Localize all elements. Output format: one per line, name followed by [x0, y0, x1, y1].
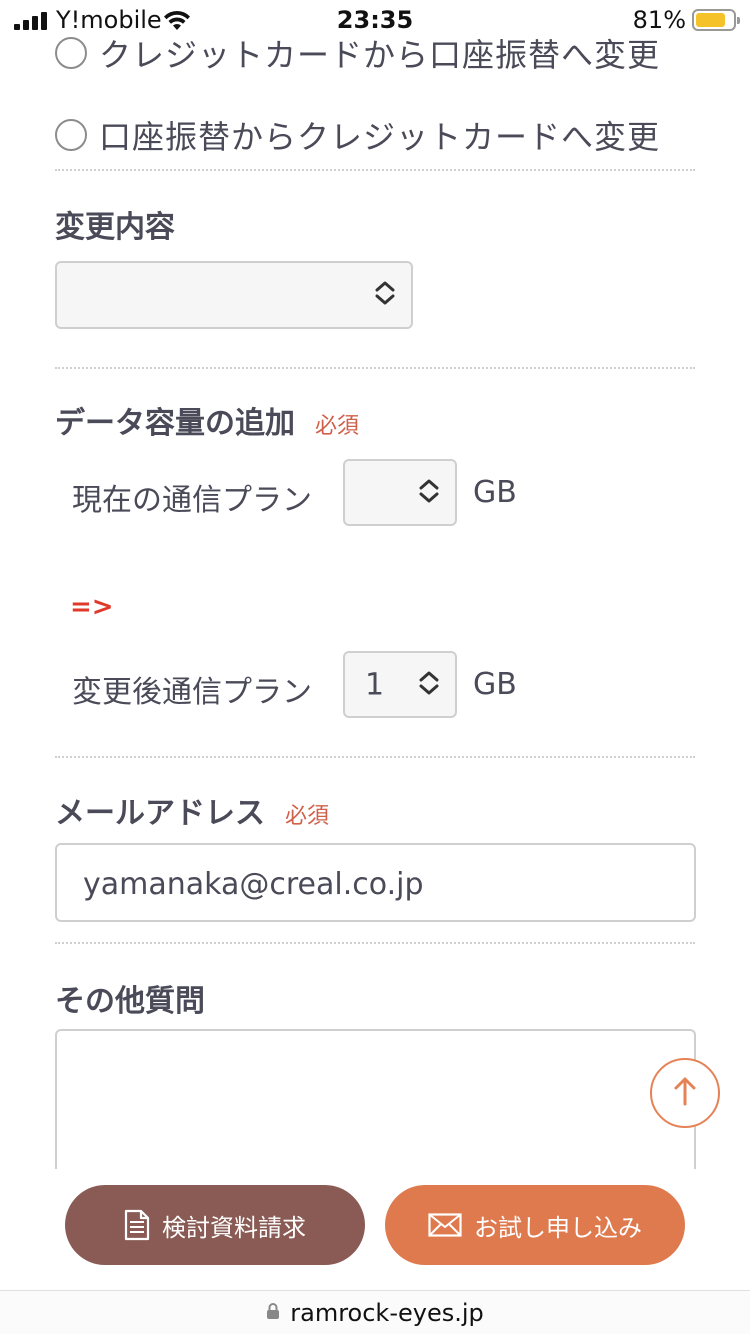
radio-button[interactable]	[55, 37, 87, 69]
email-value: yamanaka@creal.co.jp	[83, 867, 424, 902]
current-plan-unit: GB	[473, 475, 517, 510]
browser-url-bar[interactable]: ramrock-eyes.jp	[0, 1290, 750, 1334]
section-divider	[55, 169, 695, 171]
change-content-select[interactable]	[55, 261, 413, 329]
battery-icon	[692, 9, 740, 31]
radio-option-bank-to-credit[interactable]: 口座振替からクレジットカードへ変更	[55, 112, 660, 158]
email-label: メールアドレス 必須	[55, 788, 329, 832]
trial-application-button[interactable]: お試し申し込み	[385, 1185, 685, 1265]
battery-fill	[696, 13, 725, 27]
data-capacity-label: データ容量の追加 必須	[55, 398, 359, 442]
new-plan-label: 変更後通信プラン	[72, 675, 312, 710]
section-divider	[55, 756, 695, 758]
current-plan-label: 現在の通信プラン	[72, 483, 312, 518]
document-icon	[124, 1209, 150, 1241]
email-title: メールアドレス	[55, 796, 265, 831]
section-divider	[55, 942, 695, 944]
new-plan-select[interactable]: 1	[343, 651, 457, 718]
brochure-request-button[interactable]: 検討資料請求	[65, 1185, 365, 1265]
mail-icon	[428, 1213, 462, 1237]
change-content-label: 変更内容	[55, 210, 175, 245]
select-chevron-icon	[373, 279, 397, 311]
section-divider	[55, 367, 695, 369]
other-questions-textarea[interactable]	[55, 1029, 696, 1169]
select-chevron-icon	[417, 669, 441, 701]
data-capacity-title: データ容量の追加	[55, 406, 295, 441]
radio-label: クレジットカードから口座振替へ変更	[99, 36, 661, 74]
arrow-up-icon	[672, 1075, 698, 1111]
select-value: 1	[365, 667, 385, 702]
required-badge: 必須	[285, 804, 330, 829]
url-text: ramrock-eyes.jp	[290, 1298, 484, 1327]
select-chevron-icon	[417, 477, 441, 509]
scroll-to-top-button[interactable]	[650, 1058, 720, 1128]
current-plan-select[interactable]	[343, 459, 457, 526]
radio-button[interactable]	[55, 119, 87, 151]
plan-change-arrow: =>	[70, 592, 114, 622]
radio-option-credit-to-bank[interactable]: クレジットカードから口座振替へ変更	[55, 30, 660, 76]
lock-icon	[266, 1302, 280, 1324]
trial-application-label: お試し申し込み	[474, 1213, 642, 1242]
email-field[interactable]: yamanaka@creal.co.jp	[55, 843, 696, 922]
other-questions-label: その他質問	[55, 984, 205, 1019]
brochure-request-label: 検討資料請求	[162, 1213, 306, 1242]
required-badge: 必須	[315, 414, 360, 439]
radio-label: 口座振替からクレジットカードへ変更	[99, 118, 661, 156]
new-plan-unit: GB	[473, 667, 517, 702]
